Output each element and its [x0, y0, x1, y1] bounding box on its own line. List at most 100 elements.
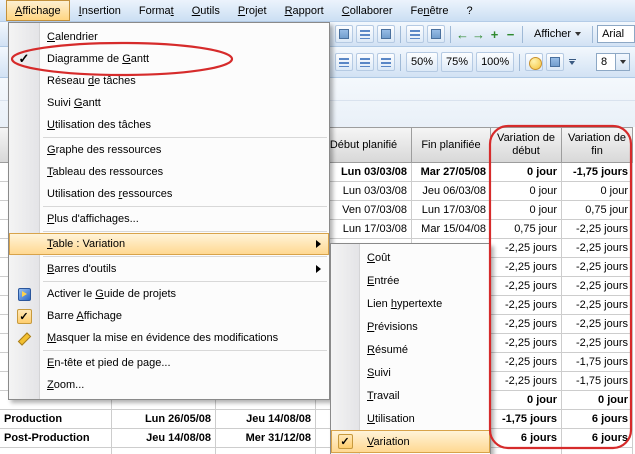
menubar-item-rapport[interactable]: Rapport	[276, 0, 333, 21]
menu-item-diagramme-de-gantt[interactable]: ✓Diagramme de Gantt	[9, 48, 329, 70]
cell-fp[interactable]: Jeu 06/03/08	[412, 182, 491, 201]
submenu-item-cout[interactable]: Coût	[331, 246, 490, 269]
cell-vd[interactable]	[491, 448, 562, 454]
cell-vf[interactable]: -2,25 jours	[562, 239, 633, 258]
toolbar-icon-4[interactable]	[406, 25, 424, 43]
submenu-item-utilisation[interactable]: Utilisation	[331, 407, 490, 430]
font-name-combo[interactable]: Arial	[597, 25, 635, 43]
font-size-combo[interactable]: 8	[596, 53, 630, 71]
highlight-lamp-icon[interactable]	[525, 53, 543, 71]
cell-vd[interactable]: -1,75 jours	[491, 410, 562, 429]
menu-item-suivi-gantt[interactable]: Suivi Gantt	[9, 92, 329, 114]
toolbar-icon-2[interactable]	[356, 25, 374, 43]
menu-item-barres-d-outils[interactable]: Barres d'outils	[9, 258, 329, 280]
column-header-fin-planifiee[interactable]: Fin planifiée	[412, 127, 491, 163]
cell-vf[interactable]: -1,75 jours	[562, 372, 633, 391]
submenu-item-travail[interactable]: Travail	[331, 384, 490, 407]
menubar-item-fenetre[interactable]: Fenêtre	[402, 0, 458, 21]
menu-item-plus-d-affichages[interactable]: Plus d'affichages...	[9, 208, 329, 230]
cell-vd[interactable]: -2,25 jours	[491, 296, 562, 315]
menu-item-barre-affichage[interactable]: ✓Barre Affichage	[9, 305, 329, 327]
cell-vf[interactable]: 0 jour	[562, 182, 633, 201]
menu-item-masquer-la-mise-en-evidence-des-modifications[interactable]: Masquer la mise en évidence des modifica…	[9, 327, 329, 349]
show-subtasks-icon[interactable]: +	[487, 27, 502, 42]
outdent-arrow-icon[interactable]: ←	[455, 27, 470, 42]
cell-vf[interactable]: 6 jours	[562, 410, 633, 429]
toolbar-options-chevron[interactable]	[566, 53, 578, 71]
cell-vf[interactable]: -2,25 jours	[562, 220, 633, 239]
cell-vd[interactable]: 0 jour	[491, 182, 562, 201]
cell-vf[interactable]: -2,25 jours	[562, 315, 633, 334]
cell-vf[interactable]: -1,75 jours	[562, 353, 633, 372]
indent-arrow-icon[interactable]: →	[471, 27, 486, 42]
cell-vf[interactable]: 0 jour	[562, 391, 633, 410]
cell-vd[interactable]: -2,25 jours	[491, 258, 562, 277]
menu-item-utilisation-des-taches[interactable]: Utilisation des tâches	[9, 114, 329, 136]
menu-item-tableau-des-ressources[interactable]: Tableau des ressources	[9, 161, 329, 183]
cell-fp[interactable]: Mar 15/04/08	[412, 220, 491, 239]
cell-vd[interactable]: -2,25 jours	[491, 353, 562, 372]
cell-vf[interactable]: -2,25 jours	[562, 277, 633, 296]
cell-vf[interactable]: -2,25 jours	[562, 334, 633, 353]
cell-vf[interactable]: 6 jours	[562, 429, 633, 448]
toolbar-icon-3[interactable]	[377, 25, 395, 43]
cell-debut[interactable]: Jeu 14/08/08	[112, 429, 216, 448]
cell-vd[interactable]: -2,25 jours	[491, 239, 562, 258]
menubar-item-affichage[interactable]: Affichage	[6, 0, 70, 21]
toolbar-icon-6[interactable]	[546, 53, 564, 71]
menubar-item-outils[interactable]: Outils	[183, 0, 229, 21]
cell-vd[interactable]: -2,25 jours	[491, 334, 562, 353]
cell-vf[interactable]: -2,25 jours	[562, 296, 633, 315]
submenu-item-lien-hypertexte[interactable]: Lien hypertexte	[331, 292, 490, 315]
submenu-item-suivi[interactable]: Suivi	[331, 361, 490, 384]
align-right-icon[interactable]	[377, 53, 395, 71]
cell-name[interactable]: Post-Production	[0, 429, 112, 448]
align-left-icon[interactable]	[335, 53, 353, 71]
menu-item-graphe-des-ressources[interactable]: Graphe des ressources	[9, 139, 329, 161]
cell-vf[interactable]: -2,25 jours	[562, 258, 633, 277]
column-header-variation-de-fin[interactable]: Variation de fin	[562, 127, 633, 163]
cell-dp[interactable]: Lun 17/03/08	[316, 220, 412, 239]
cell-debut[interactable]	[112, 448, 216, 454]
submenu-item-entree[interactable]: Entrée	[331, 269, 490, 292]
menu-item-en-tete-et-pied-de-page[interactable]: En-tête et pied de page...	[9, 352, 329, 374]
cell-fin[interactable]: Jeu 14/08/08	[216, 410, 316, 429]
cell-vd[interactable]: 0 jour	[491, 391, 562, 410]
menubar-item-item[interactable]: ?	[457, 0, 481, 21]
cell-name[interactable]	[0, 448, 112, 454]
menu-item-table-variation[interactable]: Table : Variation	[9, 233, 329, 255]
align-center-icon[interactable]	[356, 53, 374, 71]
toolbar-icon-1[interactable]	[335, 25, 353, 43]
column-header-debut-planifie[interactable]: Début planifié	[316, 127, 412, 163]
menubar-item-insertion[interactable]: Insertion	[70, 0, 130, 21]
cell-vd[interactable]: 0 jour	[491, 201, 562, 220]
menu-item-activer-le-guide-de-projets[interactable]: Activer le Guide de projets	[9, 283, 329, 305]
menu-item-utilisation-des-ressources[interactable]: Utilisation des ressources	[9, 183, 329, 205]
cell-fp[interactable]: Lun 17/03/08	[412, 201, 491, 220]
cell-dp[interactable]: Lun 03/03/08	[316, 163, 412, 182]
cell-fin[interactable]	[216, 448, 316, 454]
cell-vd[interactable]: -2,25 jours	[491, 315, 562, 334]
submenu-item-previsions[interactable]: Prévisions	[331, 315, 490, 338]
menu-item-calendrier[interactable]: Calendrier	[9, 26, 329, 48]
submenu-item-resume[interactable]: Résumé	[331, 338, 490, 361]
cell-dp[interactable]: Lun 03/03/08	[316, 182, 412, 201]
cell-fp[interactable]: Mar 27/05/08	[412, 163, 491, 182]
cell-fin[interactable]: Mer 31/12/08	[216, 429, 316, 448]
cell-vd[interactable]: 0 jour	[491, 163, 562, 182]
submenu-item-variation[interactable]: ✓Variation	[331, 430, 490, 453]
cell-vd[interactable]: -2,25 jours	[491, 277, 562, 296]
combo-arrow-icon[interactable]	[615, 54, 629, 70]
cell-vf[interactable]: 0,75 jour	[562, 201, 633, 220]
column-header-variation-de-debut[interactable]: Variation de début	[491, 127, 562, 163]
cell-vd[interactable]: -2,25 jours	[491, 372, 562, 391]
cell-vd[interactable]: 6 jours	[491, 429, 562, 448]
zoom-75-button[interactable]: 75%	[441, 52, 473, 72]
menubar-item-format[interactable]: Format	[130, 0, 183, 21]
menubar-item-collaborer[interactable]: Collaborer	[333, 0, 402, 21]
toolbar-icon-5[interactable]	[427, 25, 445, 43]
zoom-50-button[interactable]: 50%	[406, 52, 438, 72]
show-dropdown-button[interactable]: Afficher	[527, 25, 588, 43]
menubar-item-projet[interactable]: Projet	[229, 0, 276, 21]
menu-item-zoom[interactable]: Zoom...	[9, 374, 329, 396]
